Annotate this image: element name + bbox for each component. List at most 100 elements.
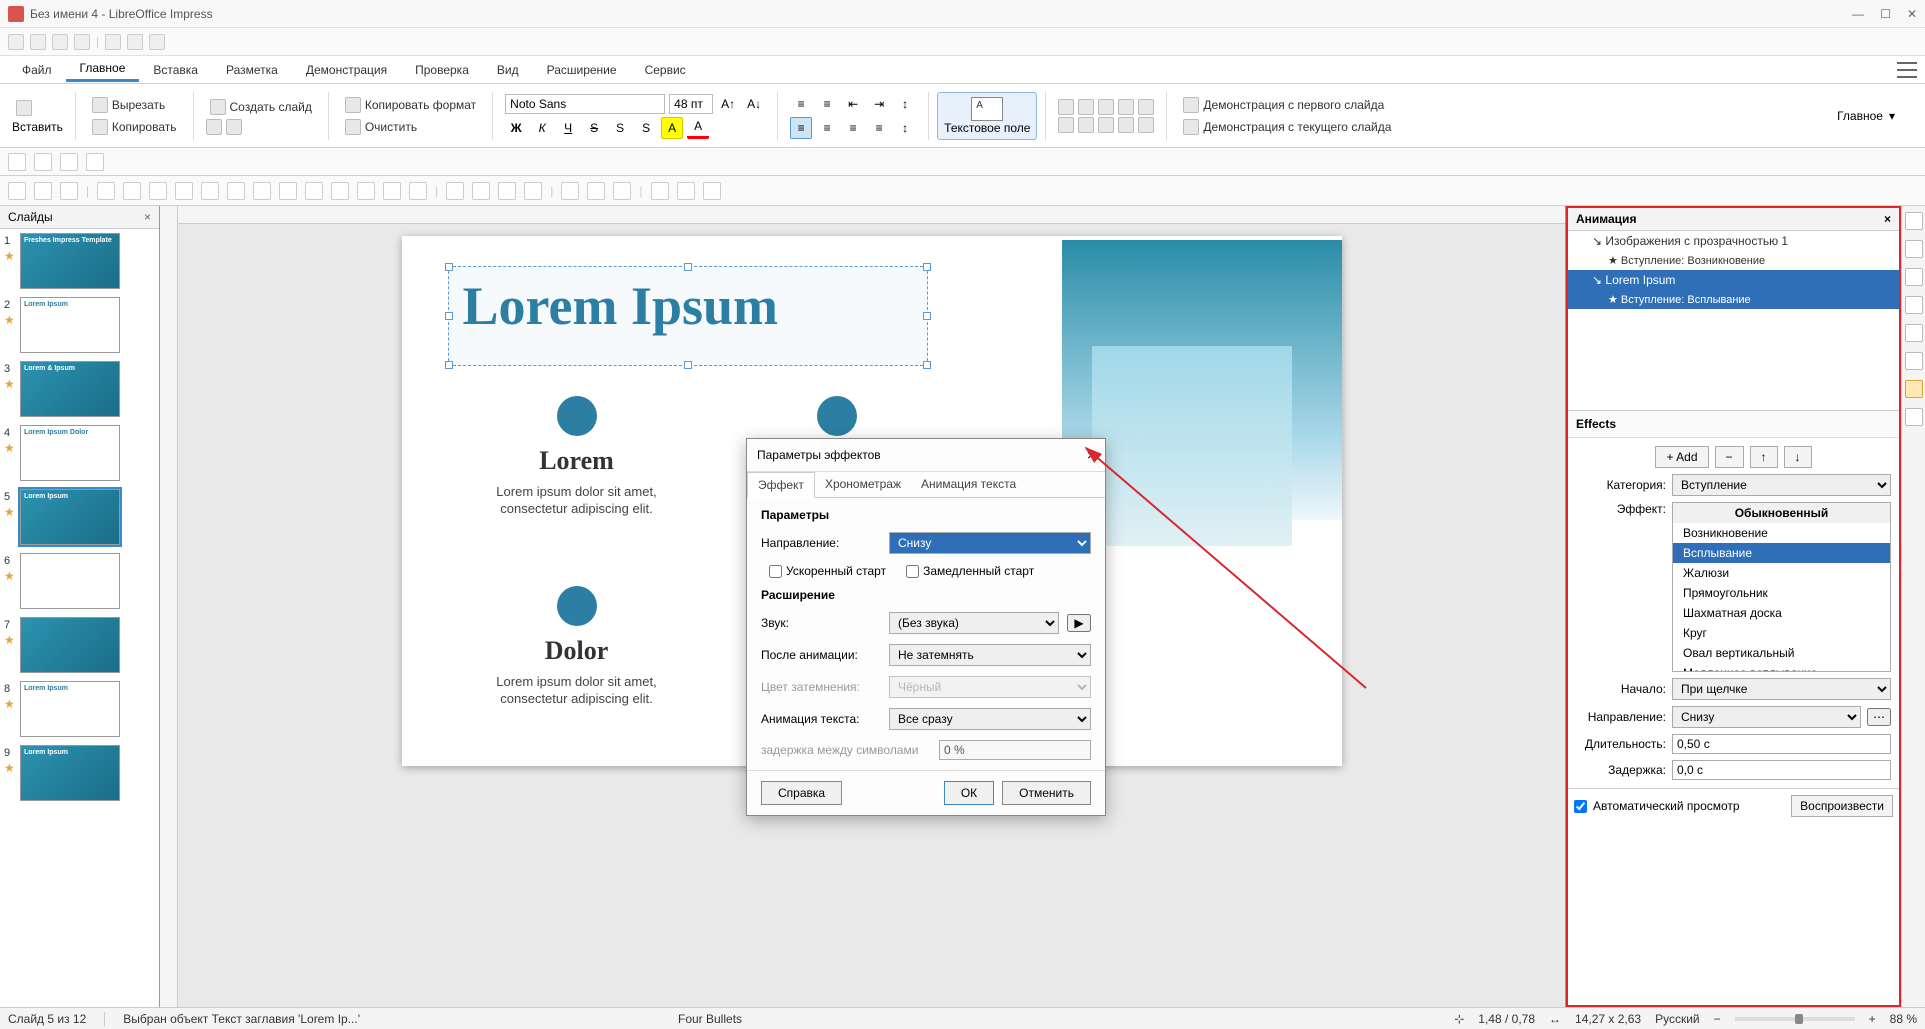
add-effect-button[interactable]: + Add xyxy=(1655,446,1708,468)
slide-thumb-4[interactable]: 4★Lorem Ipsum Dolor xyxy=(4,425,155,481)
arrow-shape-icon[interactable] xyxy=(175,182,193,200)
zoom-out-button[interactable]: − xyxy=(1714,1012,1721,1026)
slide-thumb-2[interactable]: 2★Lorem Ipsum xyxy=(4,297,155,353)
master-slides-icon[interactable] xyxy=(1905,408,1923,426)
dlg-text-anim-select[interactable]: Все сразу xyxy=(889,708,1091,730)
ribbon-main-dropdown[interactable]: Главное xyxy=(1837,109,1883,123)
chart-icon[interactable] xyxy=(1058,117,1074,133)
anim-item-1[interactable]: ★ Вступление: Возникновение xyxy=(1568,251,1899,270)
minimize-button[interactable]: — xyxy=(1852,7,1864,21)
decel-start-checkbox[interactable]: Замедленный старт xyxy=(906,564,1034,578)
animation-list[interactable]: ↘ Изображения с прозрачностью 1★ Вступле… xyxy=(1568,231,1899,411)
effect-item-5[interactable]: Круг xyxy=(1673,623,1890,643)
move-down-button[interactable]: ↓ xyxy=(1784,446,1812,468)
table-icon[interactable] xyxy=(1078,117,1094,133)
menu-extension[interactable]: Расширение xyxy=(533,59,631,81)
tb2-icon-3[interactable] xyxy=(60,153,78,171)
save-as-icon[interactable] xyxy=(74,34,90,50)
connector-icon[interactable] xyxy=(1098,99,1114,115)
subscript-button[interactable]: S xyxy=(635,117,657,139)
remove-effect-button[interactable]: − xyxy=(1715,446,1744,468)
stars-icon[interactable] xyxy=(383,182,401,200)
tab-text-anim[interactable]: Анимация текста xyxy=(911,472,1026,497)
transitions-icon[interactable] xyxy=(1905,352,1923,370)
anim-item-3[interactable]: ★ Вступление: Всплывание xyxy=(1568,290,1899,309)
close-button[interactable]: ✕ xyxy=(1907,7,1917,21)
new-doc-icon[interactable] xyxy=(8,34,24,50)
underline-button[interactable]: Ч xyxy=(557,117,579,139)
play-button[interactable]: Воспроизвести xyxy=(1791,795,1893,817)
tab-timing[interactable]: Хронометраж xyxy=(815,472,911,497)
crop-icon[interactable] xyxy=(587,182,605,200)
zoom-slider[interactable] xyxy=(1735,1017,1855,1021)
gallery-icon[interactable] xyxy=(1905,268,1923,286)
anim-item-2[interactable]: ↘ Lorem Ipsum xyxy=(1568,270,1899,290)
distribute-icon[interactable] xyxy=(524,182,542,200)
ribbon-hamburger-icon[interactable] xyxy=(1901,110,1917,122)
highlight-button[interactable]: A xyxy=(661,117,683,139)
align-justify-icon[interactable]: ≡ xyxy=(868,117,890,139)
dialog-cancel-button[interactable]: Отменить xyxy=(1002,781,1091,805)
slide-thumb-6[interactable]: 6★ xyxy=(4,553,155,609)
decrease-font-icon[interactable]: A↓ xyxy=(743,93,765,115)
menu-hamburger-icon[interactable] xyxy=(1897,62,1917,78)
indent-decrease-icon[interactable]: ⇤ xyxy=(842,93,864,115)
line-shape-icon[interactable] xyxy=(149,182,167,200)
align-center-icon[interactable]: ≡ xyxy=(816,117,838,139)
slide-thumb-5[interactable]: 5★Lorem Ipsum xyxy=(4,489,155,545)
format-painter-button[interactable]: Копировать формат xyxy=(341,95,480,115)
callout-icon[interactable] xyxy=(357,182,375,200)
dialog-help-button[interactable]: Справка xyxy=(761,781,842,805)
3d-icon[interactable] xyxy=(409,182,427,200)
font-size-input[interactable] xyxy=(669,94,713,114)
dlg-sound-play-button[interactable]: ▶ xyxy=(1067,614,1091,632)
properties-icon[interactable] xyxy=(1905,212,1923,230)
rotate-icon[interactable] xyxy=(446,182,464,200)
slides-list[interactable]: 1★Freshes Impress Template2★Lorem Ipsum3… xyxy=(0,229,159,1007)
status-zoom[interactable]: 88 % xyxy=(1890,1012,1917,1026)
align-left-icon[interactable]: ≡ xyxy=(790,117,812,139)
menu-view[interactable]: Вид xyxy=(483,59,533,81)
effect-item-3[interactable]: Прямоугольник xyxy=(1673,583,1890,603)
category-select[interactable]: Вступление xyxy=(1672,474,1891,496)
tb2-icon-1[interactable] xyxy=(8,153,26,171)
effect-options-button[interactable]: ⋯ xyxy=(1867,708,1891,726)
direction-select[interactable]: Снизу xyxy=(1672,706,1861,728)
increase-font-icon[interactable]: A↑ xyxy=(717,93,739,115)
layout-icon[interactable] xyxy=(206,119,222,135)
curve-tool-icon[interactable] xyxy=(1078,99,1094,115)
text-box-button[interactable]: Текстовое поле xyxy=(937,92,1037,140)
start-select[interactable]: При щелчке xyxy=(1672,678,1891,700)
font-name-input[interactable] xyxy=(505,94,665,114)
effect-item-6[interactable]: Овал вертикальный xyxy=(1673,643,1890,663)
status-lang[interactable]: Русский xyxy=(1655,1012,1700,1026)
zoom-in-button[interactable]: + xyxy=(1869,1012,1876,1026)
extrusion-icon[interactable] xyxy=(703,182,721,200)
slide-thumb-8[interactable]: 8★Lorem Ipsum xyxy=(4,681,155,737)
save-icon[interactable] xyxy=(52,34,68,50)
tb2-icon-2[interactable] xyxy=(34,153,52,171)
maximize-button[interactable]: ☐ xyxy=(1880,7,1891,21)
accel-start-checkbox[interactable]: Ускоренный старт xyxy=(769,564,886,578)
move-up-button[interactable]: ↑ xyxy=(1750,446,1778,468)
filter-icon[interactable] xyxy=(613,182,631,200)
demo-first-button[interactable]: Демонстрация с первого слайда xyxy=(1179,95,1395,115)
print-icon[interactable] xyxy=(149,34,165,50)
menu-home[interactable]: Главное xyxy=(66,57,140,82)
demo-current-button[interactable]: Демонстрация с текущего слайда xyxy=(1179,117,1395,137)
chevron-down-icon[interactable]: ▾ xyxy=(1889,109,1895,123)
shape-icon[interactable] xyxy=(1118,99,1134,115)
image-icon[interactable] xyxy=(1138,99,1154,115)
ellipse-shape-icon[interactable] xyxy=(123,182,141,200)
slide-thumb-3[interactable]: 3★Lorem & Ipsum xyxy=(4,361,155,417)
new-slide-button[interactable]: Создать слайд xyxy=(206,97,316,117)
connector-shape-icon[interactable] xyxy=(227,182,245,200)
align-right-icon[interactable]: ≡ xyxy=(842,117,864,139)
dlg-after-select[interactable]: Не затемнять xyxy=(889,644,1091,666)
anim-item-0[interactable]: ↘ Изображения с прозрачностью 1 xyxy=(1568,231,1899,251)
copy-button[interactable]: Копировать xyxy=(88,117,181,137)
basic-shapes-icon[interactable] xyxy=(253,182,271,200)
effect-item-2[interactable]: Жалюзи xyxy=(1673,563,1890,583)
menu-layout[interactable]: Разметка xyxy=(212,59,292,81)
slide-column-3[interactable]: Dolor Lorem ipsum dolor sit amet, consec… xyxy=(462,586,692,708)
